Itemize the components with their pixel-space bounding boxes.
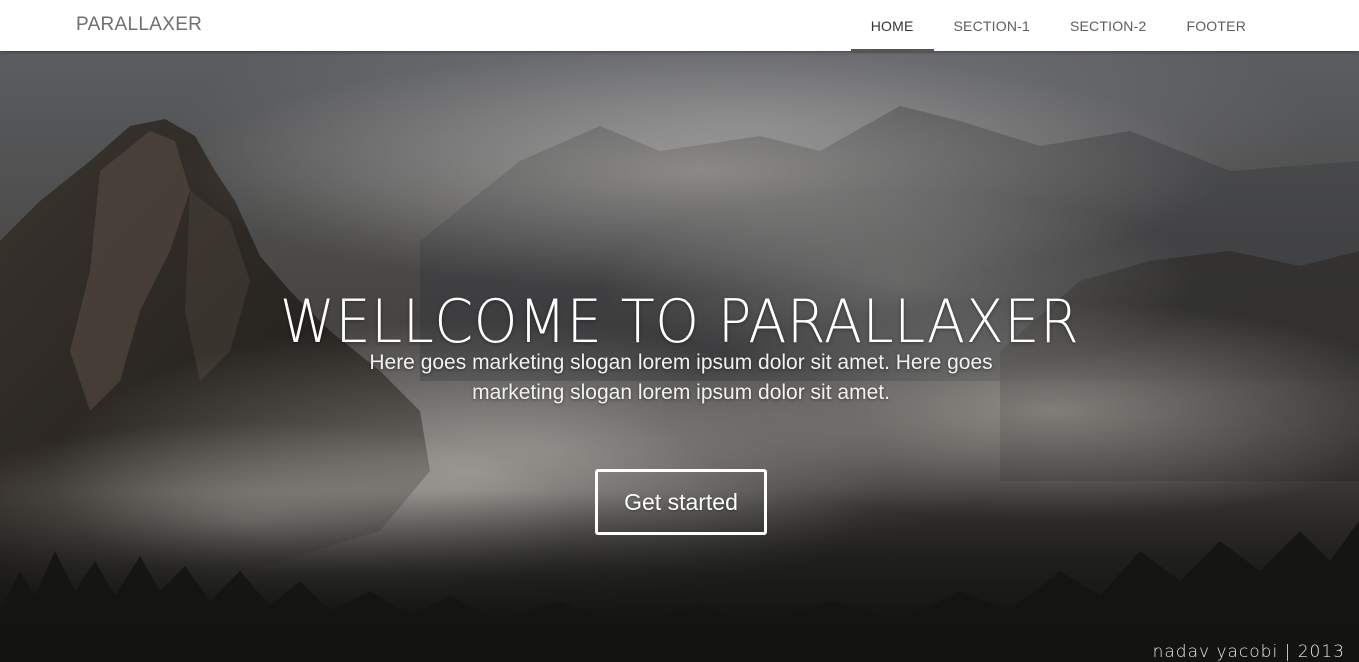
- nav-item-home[interactable]: HOME: [850, 0, 934, 53]
- hero-title: WELLCOME TO PARALLAXER: [279, 287, 1080, 357]
- nav-item-label: SECTION-2: [1069, 17, 1147, 34]
- nav-item-label: FOOTER: [1186, 17, 1246, 34]
- nav-item-footer[interactable]: FOOTER: [1166, 0, 1266, 51]
- brand-logo[interactable]: PARALLAXER: [76, 14, 202, 36]
- nav-item-label: HOME: [870, 17, 914, 34]
- nav-item-section-1[interactable]: SECTION-1: [934, 0, 1050, 51]
- get-started-button[interactable]: Get started: [595, 469, 767, 535]
- navbar: PARALLAXER HOME SECTION-1 SECTION-2 FOOT…: [0, 0, 1359, 53]
- nav-item-section-2[interactable]: SECTION-2: [1050, 0, 1166, 51]
- photo-credit: nadav yacobi | 2013: [1152, 642, 1345, 662]
- nav-menu: HOME SECTION-1 SECTION-2 FOOTER: [850, 0, 1266, 53]
- hero-slogan: Here goes marketing slogan lorem ipsum d…: [369, 351, 993, 404]
- hero-section: WELLCOME TO PARALLAXER Here goes marketi…: [0, 51, 1359, 662]
- nav-item-label: SECTION-1: [953, 17, 1030, 34]
